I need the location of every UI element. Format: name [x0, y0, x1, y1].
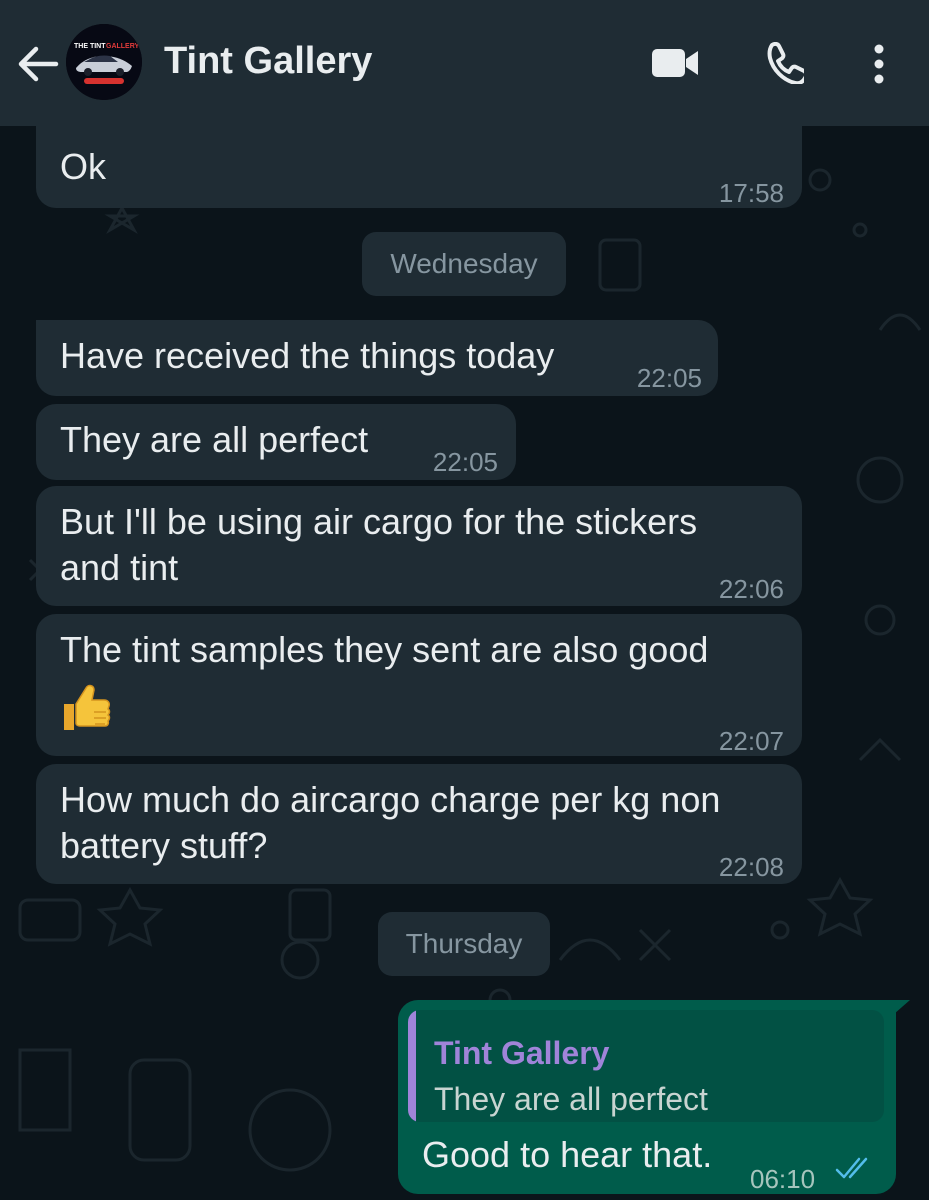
message-bubble-incoming[interactable]: How much do aircargo charge per kg non b… — [36, 764, 802, 884]
chat-header: THE TINT GALLERY Tint Gallery — [0, 0, 929, 126]
contact-avatar[interactable]: THE TINT GALLERY — [66, 24, 142, 100]
date-separator: Thursday — [378, 912, 550, 976]
message-time: 22:05 — [432, 447, 498, 477]
message-text-line: But I'll be using air cargo for the stic… — [60, 501, 698, 542]
message-time: 22:06 — [718, 574, 784, 604]
message-time: 22:05 — [636, 363, 702, 393]
message-text-line: and tint — [60, 547, 179, 588]
message-text: Good to hear that. — [422, 1134, 713, 1175]
more-options-icon[interactable] — [872, 44, 886, 84]
message-time: 06:10 — [750, 1164, 816, 1194]
contact-name[interactable]: Tint Gallery — [164, 40, 372, 83]
message-time: 22:07 — [718, 726, 784, 756]
back-arrow-icon[interactable] — [16, 44, 60, 84]
bubble-tail — [894, 1000, 910, 1014]
message-bubble-incoming[interactable]: They are all perfect 22:05 — [36, 404, 516, 480]
message-bubble-incoming[interactable]: Ok 17:58 — [36, 126, 802, 208]
message-text: Ok — [60, 146, 107, 187]
message-text: Have received the things today — [60, 335, 555, 376]
svg-text:THE TINT: THE TINT — [74, 43, 106, 50]
message-bubble-incoming[interactable]: Have received the things today 22:05 — [36, 320, 718, 396]
message-time: 22:08 — [718, 852, 784, 882]
message-bubble-outgoing[interactable]: Tint Gallery They are all perfect Good t… — [398, 1000, 896, 1194]
message-text: The tint samples they sent are also good — [60, 629, 709, 670]
thumbs-up-icon — [64, 684, 111, 730]
video-call-icon[interactable] — [650, 46, 700, 80]
message-text: They are all perfect — [60, 419, 369, 460]
quote-accent-bar — [408, 1010, 416, 1122]
message-bubble-incoming[interactable]: But I'll be using air cargo for the stic… — [36, 486, 802, 606]
message-bubble-incoming[interactable]: The tint samples they sent are also good… — [36, 614, 802, 756]
quoted-message[interactable]: Tint Gallery They are all perfect — [408, 1010, 884, 1122]
quoted-text: They are all perfect — [434, 1081, 708, 1117]
quoted-sender-name: Tint Gallery — [434, 1035, 610, 1071]
svg-text:GALLERY: GALLERY — [106, 43, 140, 50]
read-receipt-double-check-icon — [835, 1157, 868, 1179]
tint-gallery-logo-icon: THE TINT GALLERY — [66, 24, 142, 100]
message-list[interactable]: Ok 17:58 Wednesday Have received the thi… — [0, 126, 929, 1200]
message-text-line: How much do aircargo charge per kg non — [60, 779, 721, 820]
message-time: 17:58 — [718, 178, 784, 208]
message-text-line: battery stuff? — [60, 825, 268, 866]
date-separator: Wednesday — [362, 232, 566, 296]
voice-call-icon[interactable] — [764, 42, 804, 84]
